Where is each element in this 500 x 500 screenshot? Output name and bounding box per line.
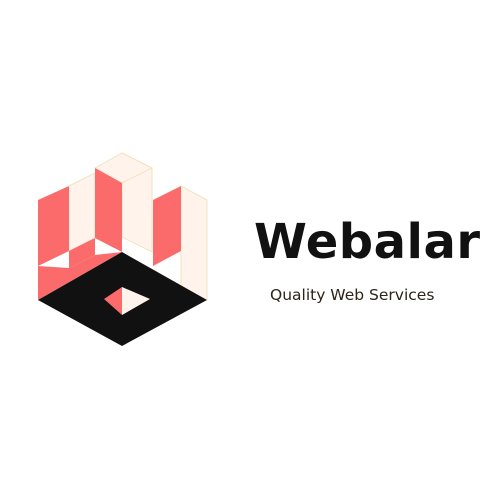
logo-right-column-face: [153, 186, 181, 266]
logo-canvas: Webalar Quality Web Services: [0, 0, 500, 500]
logo-right-column-back-face: [180, 185, 208, 301]
brand-name: Webalar: [254, 214, 481, 270]
logo-left-column-back-face: [68, 172, 96, 252]
brand-tagline: Quality Web Services: [270, 286, 435, 304]
logo-left-column-face: [38, 186, 69, 266]
